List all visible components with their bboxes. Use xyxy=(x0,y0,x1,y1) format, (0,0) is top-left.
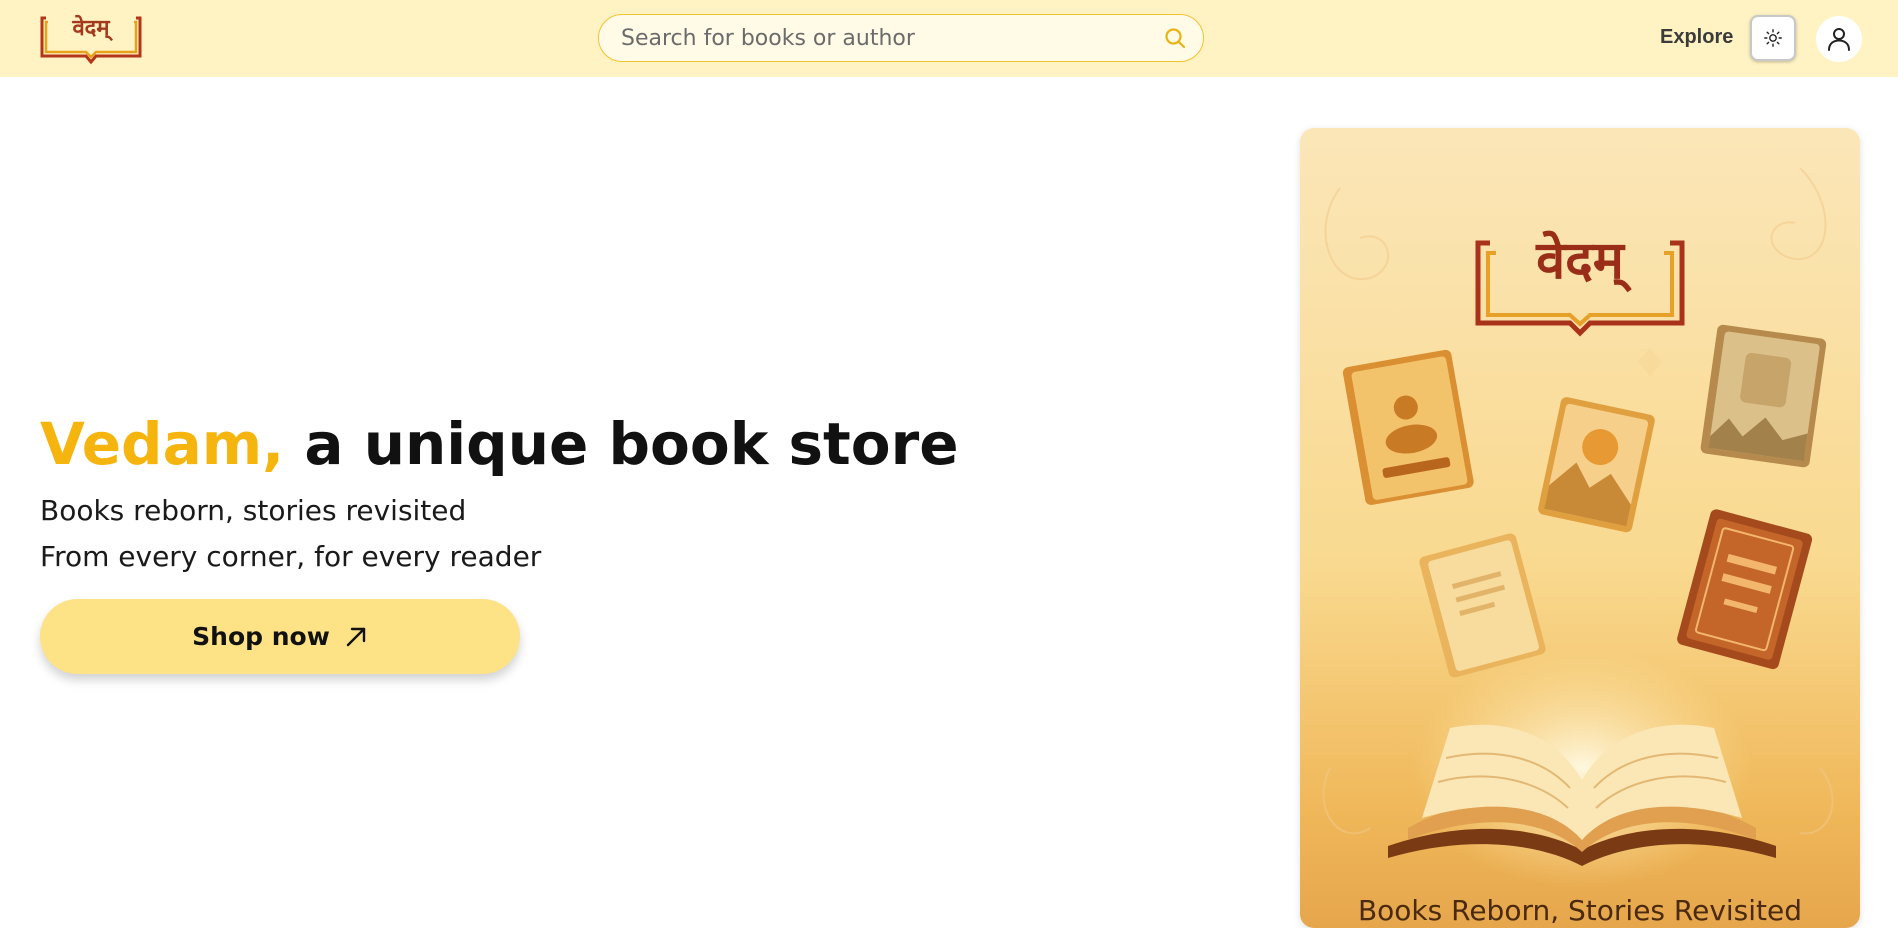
hero-tagline-1: Books reborn, stories revisited xyxy=(40,494,467,527)
arrow-up-right-icon xyxy=(346,627,366,646)
search-bar xyxy=(598,14,1204,62)
top-navbar: वेदम् Explore xyxy=(0,0,1898,77)
theme-toggle-button[interactable] xyxy=(1750,15,1796,61)
hero-tagline-2: From every corner, for every reader xyxy=(40,540,542,573)
hero-title-accent: Vedam, xyxy=(40,410,285,478)
promo-banner: वेदम् Books Reborn, Stories Revisited xyxy=(1300,128,1860,928)
user-account-button[interactable] xyxy=(1816,16,1862,62)
search-input[interactable] xyxy=(619,15,1143,62)
logo-text: वेदम् xyxy=(72,15,110,41)
shop-now-button[interactable]: Shop now xyxy=(40,599,520,674)
user-icon xyxy=(1828,28,1850,51)
search-icon[interactable] xyxy=(1163,26,1187,50)
promo-logo-text: वेदम् xyxy=(1536,230,1624,291)
sun-icon xyxy=(1764,29,1782,47)
promo-caption: Books Reborn, Stories Revisited xyxy=(1357,894,1803,927)
hero-title-rest: a unique book store xyxy=(304,410,959,478)
explore-link[interactable]: Explore xyxy=(1660,26,1733,49)
shop-now-label: Shop now xyxy=(192,622,330,651)
site-logo[interactable]: वेदम् xyxy=(40,10,142,66)
hero-title: Vedam, a unique book store xyxy=(40,410,959,478)
